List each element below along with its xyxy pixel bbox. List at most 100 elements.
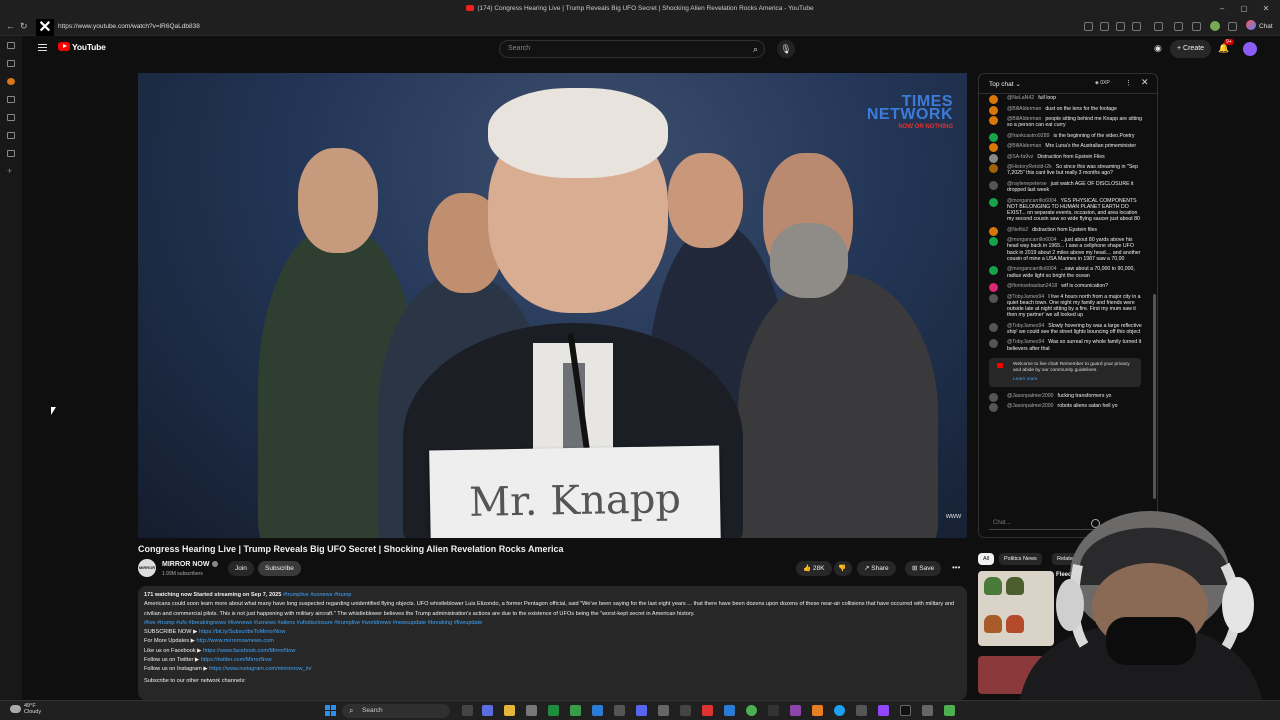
minimize-button[interactable]: – <box>1216 3 1228 15</box>
copilot-chat-button[interactable]: Chat <box>1246 20 1273 33</box>
chat-author[interactable]: @florinsebastian2418 <box>1007 283 1057 289</box>
chat-message[interactable]: @florinsebastian2418 wtf is comunication? <box>979 282 1151 293</box>
dislike-button[interactable]: 👎 <box>834 561 852 576</box>
chat-author[interactable]: @TobyJames94 <box>1007 323 1044 329</box>
capcut-icon[interactable] <box>680 705 691 716</box>
app-blue2-icon[interactable] <box>724 705 735 716</box>
video-description[interactable]: 171 watching now Started streaming on Se… <box>138 586 967 700</box>
join-button[interactable]: Join <box>228 561 254 576</box>
close-window-button[interactable]: ✕ <box>1260 3 1272 15</box>
app-icon-3[interactable] <box>944 705 955 716</box>
chat-message[interactable]: @SA-fa9vz Distraction from Epstein Files <box>979 153 1151 163</box>
subscribe-button[interactable]: Subscribe <box>258 561 301 576</box>
profile-avatar[interactable] <box>1210 21 1220 31</box>
tabs-icon[interactable] <box>7 42 15 49</box>
more-menu-icon[interactable] <box>1228 22 1237 31</box>
zoom-icon[interactable] <box>1116 22 1125 31</box>
youtube-logo[interactable]: YouTube <box>58 42 106 52</box>
back-arrow-icon[interactable]: ← <box>6 21 15 31</box>
app-green-icon[interactable] <box>570 705 581 716</box>
tools-icon[interactable] <box>7 150 15 157</box>
chat-author[interactable]: @Nefils2 <box>1007 227 1028 233</box>
discord-icon[interactable] <box>636 705 647 716</box>
app-gray-icon[interactable] <box>658 705 669 716</box>
downloads-icon[interactable] <box>7 132 15 139</box>
chat-message[interactable]: @HistoryRetold-l2k So since this was stre… <box>979 163 1151 177</box>
chat-message[interactable]: @frankcastro9289 is the beginning of the … <box>979 132 1151 142</box>
search-input[interactable]: Search ⌕ <box>499 40 765 58</box>
taskbar-search[interactable]: Search <box>342 704 450 718</box>
collections-icon[interactable] <box>7 96 15 103</box>
app-red-icon[interactable] <box>702 705 713 716</box>
reload-icon[interactable]: ↻ <box>20 21 28 32</box>
user-avatar[interactable] <box>1243 42 1257 56</box>
chat-message[interactable]: @Jasonpalmer2000 robots aliens satan hell… <box>979 402 1151 413</box>
copilot-app-icon[interactable] <box>482 705 493 716</box>
chat-message[interactable]: @BillAlderman dust on the lens for the fo… <box>979 105 1151 115</box>
chat-scrollbar[interactable] <box>1153 294 1156 499</box>
chat-author[interactable]: @BillAlderman <box>1007 116 1041 122</box>
share-button[interactable]: ↗ Share <box>857 561 896 576</box>
reader-icon[interactable] <box>1100 22 1109 31</box>
chat-author[interactable]: @morgancarrillo6004 <box>1007 237 1057 243</box>
chat-author[interactable]: @BillAlderman <box>1007 143 1041 149</box>
description-link[interactable]: https://twitter.com/MirrorNow <box>201 657 272 663</box>
chat-author[interactable]: @Jasonpalmer2000 <box>1007 393 1054 399</box>
chat-author[interactable]: @morgancarrillo6004 <box>1007 198 1057 204</box>
file-explorer-icon[interactable] <box>504 705 515 716</box>
xbox-icon[interactable] <box>548 705 559 716</box>
description-link[interactable]: https://www.facebook.com/MirrorNow <box>203 648 295 654</box>
description-meta-tags[interactable]: #trumplive #usnews #trump <box>283 592 351 598</box>
chat-author[interactable]: @HistoryRetold-l2k <box>1007 164 1052 170</box>
chat-more-icon[interactable]: ⋮ <box>1125 79 1132 87</box>
create-button[interactable]: + Create <box>1170 40 1212 58</box>
chat-messages[interactable]: @NeLaN42 full loop @BillAlderman dust on th… <box>979 94 1151 504</box>
chat-author[interactable]: @frankcastro9289 <box>1007 133 1049 139</box>
chat-message[interactable]: @Jasonpalmer2000 fucking transformers yo <box>979 392 1151 402</box>
chat-message[interactable]: @Nefils2 distraction from Epstein files <box>979 226 1151 236</box>
maximize-button[interactable]: ▢ <box>1238 3 1250 15</box>
puzzle-icon[interactable] <box>1174 22 1183 31</box>
chat-author[interactable]: @morgancarrillo6004 <box>1007 266 1057 272</box>
url-field[interactable]: https://www.youtube.com/watch?v=lR6QaLdb… <box>56 20 1046 34</box>
chat-message[interactable]: @TobyJames94 I live 4 hours north from a … <box>979 293 1151 320</box>
learn-more-link[interactable]: Learn more <box>1013 377 1135 383</box>
like-button[interactable]: 👍 28K <box>796 561 832 576</box>
terminal-icon[interactable] <box>614 705 625 716</box>
refresh-extension-icon[interactable] <box>1154 22 1163 31</box>
extension-icon[interactable] <box>1084 22 1093 31</box>
app-dark-icon[interactable] <box>768 705 779 716</box>
chip-all[interactable]: All <box>978 553 995 565</box>
history-icon[interactable] <box>7 60 15 67</box>
chat-message[interactable]: @morgancarrillo6004 YES PHYSICAL COMPONEN… <box>979 197 1151 224</box>
chat-author[interactable]: @NeLaN42 <box>1007 95 1034 101</box>
chat-message[interactable]: @BillAlderman people sitting behind me Kn… <box>979 115 1151 129</box>
search-icon[interactable]: ⌕ <box>753 44 758 55</box>
menu-hamburger-icon[interactable] <box>38 44 47 51</box>
microphone-icon[interactable]: 🎙 <box>777 40 795 58</box>
save-button[interactable]: ⊞ Save <box>905 561 942 576</box>
chrome-icon[interactable] <box>746 705 757 716</box>
chat-author[interactable]: @TobyJames94 <box>1007 294 1044 300</box>
app-icon[interactable] <box>856 705 867 716</box>
chat-message[interactable]: @morgancarrillo6004 ...just about 80 yard… <box>979 236 1151 263</box>
brave-icon[interactable] <box>812 705 823 716</box>
chat-message[interactable]: @BillAlderman Mrs Luna's the Australian p… <box>979 142 1151 153</box>
chat-message[interactable]: @raylenepeterse just watch AGE OF DISCLOS… <box>979 180 1151 194</box>
chat-author[interactable]: @Jasonpalmer2000 <box>1007 403 1054 409</box>
x-app-icon[interactable] <box>900 705 911 716</box>
app-purple-icon[interactable] <box>790 705 801 716</box>
app-blue-icon[interactable] <box>592 705 603 716</box>
edge-icon[interactable] <box>834 705 845 716</box>
chat-author[interactable]: @TobyJames94 <box>1007 339 1044 345</box>
description-link[interactable]: https://www.instagram.com/mirrornow_in/ <box>209 666 311 672</box>
channel-avatar[interactable]: MIRROR <box>138 559 156 577</box>
weather-widget[interactable]: 49°F Cloudy <box>24 703 41 715</box>
description-link[interactable]: http://www.mirrornownews.com <box>197 638 274 644</box>
top-chat-dropdown[interactable]: Top chat ⌄ <box>989 80 1021 88</box>
favorites-icon[interactable] <box>1192 22 1201 31</box>
chat-message[interactable]: @TobyJames94 Was so surreal my whole fami… <box>979 338 1151 352</box>
live-icon[interactable]: ◉ <box>1154 43 1162 54</box>
channel-name[interactable]: MIRROR NOW <box>162 561 219 568</box>
description-link[interactable]: https://bit.ly/SubscribeToMirrorNow <box>199 629 285 635</box>
